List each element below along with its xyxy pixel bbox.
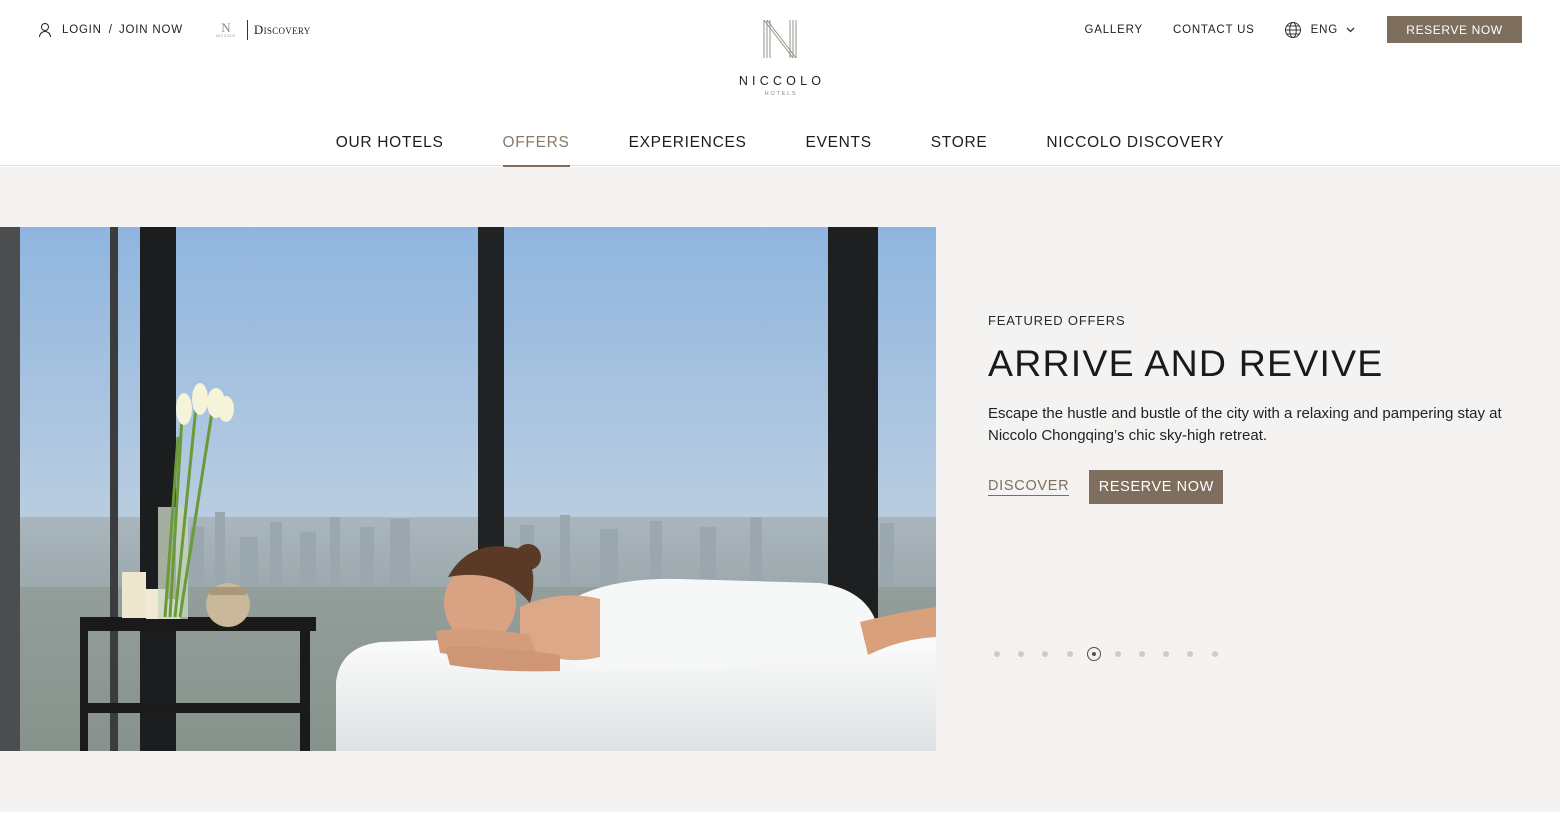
- account-links: LOGIN / JOIN NOW N NICCOLO Discovery: [38, 20, 311, 40]
- carousel-dot[interactable]: [1086, 647, 1101, 661]
- nav-store[interactable]: STORE: [931, 130, 988, 166]
- login-link[interactable]: LOGIN: [62, 24, 102, 36]
- user-icon[interactable]: [38, 23, 51, 37]
- carousel-dot[interactable]: [1138, 651, 1145, 657]
- offer-title: ARRIVE AND REVIVE: [988, 342, 1384, 384]
- discover-link[interactable]: DISCOVER: [988, 478, 1070, 496]
- spa-offer-image: [0, 227, 936, 751]
- brand-subtitle: HOTELS: [764, 91, 798, 97]
- carousel-dot[interactable]: [994, 651, 1000, 657]
- brand-name: NICCOLO: [738, 74, 826, 88]
- carousel-dot[interactable]: [1114, 651, 1121, 657]
- carousel-dot[interactable]: [1042, 651, 1049, 657]
- offer-description: Escape the hustle and bustle of the city…: [988, 405, 1502, 444]
- reserve-now-header-button[interactable]: RESERVE NOW: [1387, 16, 1522, 43]
- brand-logo[interactable]: NICCOLO HOTELS: [720, 18, 840, 97]
- globe-icon: [1284, 21, 1301, 38]
- gallery-link[interactable]: GALLERY: [1085, 24, 1143, 36]
- reserve-now-button[interactable]: RESERVE NOW: [1089, 470, 1224, 504]
- carousel-dot[interactable]: [1066, 651, 1073, 657]
- offer-eyebrow: FEATURED OFFERS: [988, 313, 1126, 328]
- language-label: ENG: [1310, 23, 1338, 36]
- offer-actions: DISCOVER RESERVE NOW: [988, 470, 1528, 504]
- main-navigation: OUR HOTELS OFFERS EXPERIENCES EVENTS STO…: [0, 130, 1560, 167]
- nav-experiences[interactable]: EXPERIENCES: [629, 130, 747, 166]
- chevron-down-icon: [1346, 27, 1355, 33]
- carousel-dot[interactable]: [1163, 651, 1170, 657]
- offer-details: FEATURED OFFERS ARRIVE AND REVIVE Escape…: [988, 313, 1528, 504]
- language-selector[interactable]: ENG: [1284, 21, 1355, 39]
- featured-offer-hero: FEATURED OFFERS ARRIVE AND REVIVE Escape…: [0, 167, 1560, 812]
- nav-our-hotels[interactable]: OUR HOTELS: [336, 130, 444, 166]
- join-now-link[interactable]: JOIN NOW: [119, 24, 183, 36]
- utility-nav: GALLERY CONTACT US ENG RESERVE NOW: [1085, 16, 1522, 43]
- nav-niccolo-discovery[interactable]: NICCOLO DISCOVERY: [1046, 130, 1224, 166]
- niccolo-discovery-logo[interactable]: N NICCOLO Discovery: [212, 17, 311, 43]
- discovery-wordmark: Discovery: [253, 22, 311, 37]
- nav-offers[interactable]: OFFERS: [502, 130, 570, 167]
- carousel-dot[interactable]: [1018, 651, 1025, 657]
- niccolo-monogram-icon: [763, 19, 797, 59]
- niccolo-mini-logo: N NICCOLO: [216, 19, 236, 38]
- spa-photo-illustration: [0, 227, 936, 751]
- carousel-dot[interactable]: [1211, 651, 1218, 657]
- carousel-pagination: [994, 645, 1236, 663]
- nav-events[interactable]: EVENTS: [806, 130, 872, 166]
- login-separator: /: [108, 24, 112, 36]
- logo-divider: [246, 20, 248, 40]
- carousel-dot[interactable]: [1187, 651, 1194, 657]
- contact-us-link[interactable]: CONTACT US: [1173, 24, 1255, 36]
- site-header: LOGIN / JOIN NOW N NICCOLO Discovery NIC…: [0, 0, 1560, 167]
- page-bottom-strip: [0, 812, 1560, 834]
